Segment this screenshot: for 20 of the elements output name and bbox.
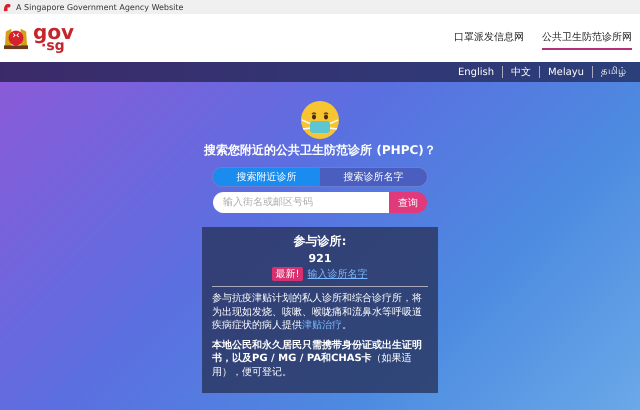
nav-link[interactable]: 公共卫生防范诊所网 (542, 26, 632, 50)
language-link[interactable]: English (450, 66, 502, 78)
search-field[interactable]: 输入街名或邮区号码 (213, 192, 389, 213)
language-link[interactable]: தமிழ் (593, 66, 634, 78)
card-heading: 参与诊所: (294, 233, 346, 250)
language-link[interactable]: Melayu (540, 66, 592, 78)
nav-link[interactable]: 口罩派发信息网 (454, 26, 524, 50)
language-link[interactable]: 中文 (503, 65, 540, 79)
search-tab[interactable]: 搜索诊所名字 (320, 168, 427, 186)
clinic-name-link[interactable]: 输入诊所名字 (308, 267, 368, 281)
clinic-count: 921 (308, 252, 332, 265)
search-button[interactable]: 查询 (389, 192, 427, 213)
subsidy-link[interactable]: 津贴治疗 (302, 320, 342, 331)
logo-text: gov (33, 24, 74, 41)
new-badge: 最新! (272, 267, 302, 281)
info-paragraph: 参与抗疫津贴计划的私人诊所和综合诊疗所，将为出现如发烧、咳嗽、喉咙痛和流鼻水等呼吸道疾病症状的病人提供津贴治疗。 (212, 292, 423, 332)
masked-face-icon (300, 100, 340, 140)
info-paragraph: 本地公民和永久居民只需携带身份证或出生证明书，以及PG / MG / PA和CHAS卡（如果适用），便可登记。 (212, 338, 423, 379)
hero-title: 搜索您附近的公共卫生防范诊所 (PHPC)？ (204, 142, 436, 159)
agency-text: A Singapore Government Agency Website (16, 2, 184, 12)
